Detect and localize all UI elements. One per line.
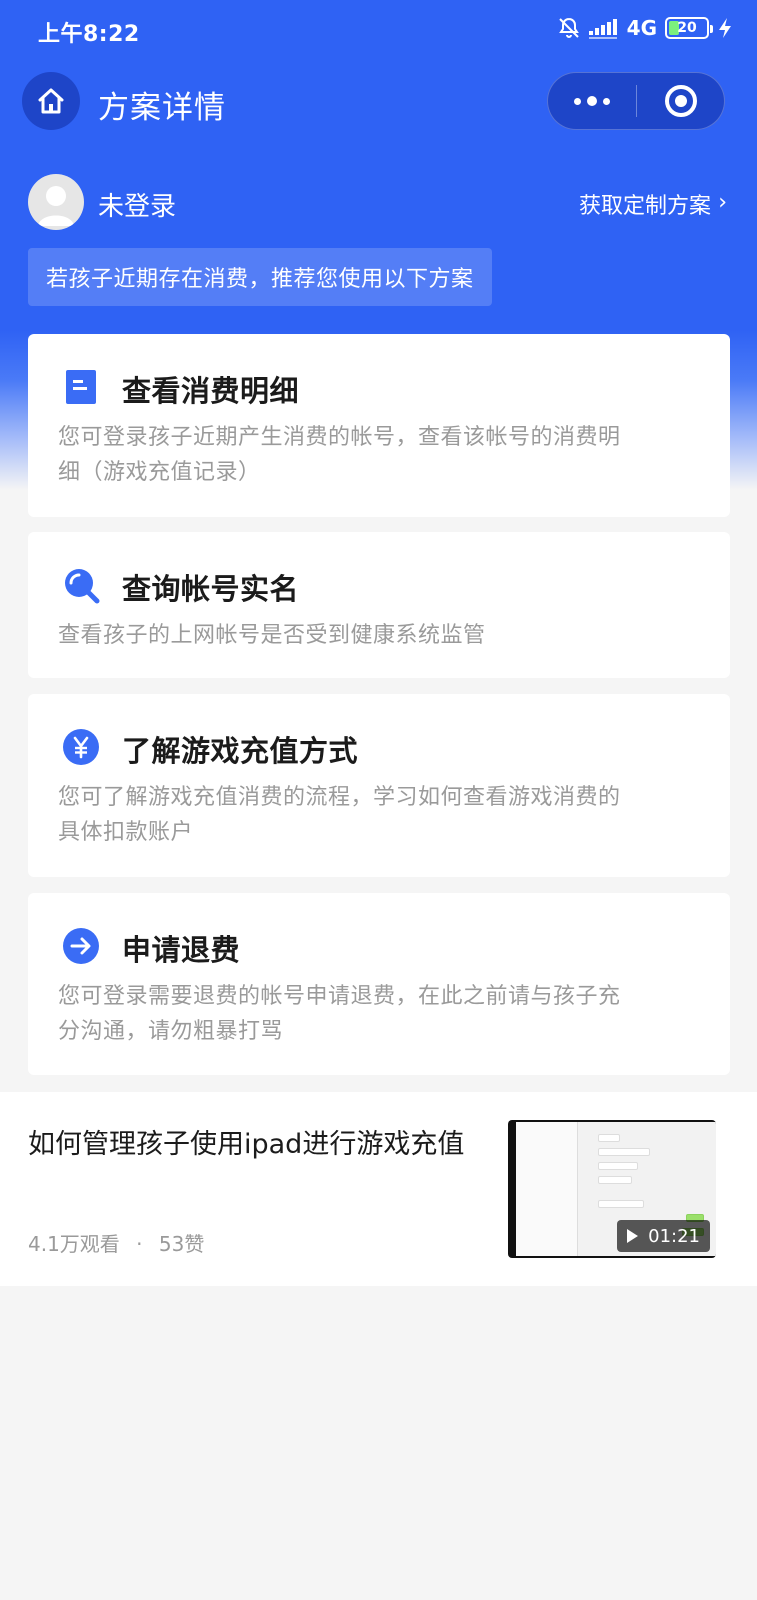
status-bar: 上午8:22 4G 20 (0, 0, 757, 62)
avatar[interactable] (28, 174, 84, 230)
default-avatar-icon (38, 186, 74, 226)
username[interactable]: 未登录 (98, 186, 176, 223)
card-learn-recharge-methods[interactable]: 了解游戏充值方式 您可了解游戏充值消费的流程，学习如何查看游戏消费的 具体扣款账… (28, 694, 730, 877)
card-description-line: 具体扣款账户 (58, 820, 194, 845)
video-likes: 53赞 (158, 1232, 205, 1256)
card-description-line: 细（游戏充值记录） (58, 460, 261, 485)
video-views: 4.1万观看 (28, 1232, 120, 1256)
card-title: 查看消费明细 (122, 374, 300, 408)
thumbnail-sidebar (516, 1122, 578, 1256)
play-icon (627, 1229, 639, 1243)
meta-separator: · (136, 1232, 143, 1256)
video-meta: 4.1万观看 · 53赞 (28, 1228, 204, 1257)
search-icon (65, 569, 100, 604)
video-title[interactable]: 如何管理孩子使用ipad进行游戏充值 (28, 1122, 498, 1168)
card-description-line: 您可了解游戏充值消费的流程，学习如何查看游戏消费的 (58, 785, 621, 810)
document-icon (66, 370, 96, 404)
card-view-consumption-details[interactable]: 查看消费明细 您可登录孩子近期产生消费的帐号，查看该帐号的消费明 细（游戏充值记… (28, 334, 730, 517)
home-button[interactable] (22, 72, 80, 130)
thumbnail-bubble (598, 1148, 650, 1156)
status-time: 上午8:22 (38, 22, 140, 47)
card-description-line: 查看孩子的上网帐号是否受到健康系统监管 (58, 623, 486, 648)
status-icons: 4G 20 (557, 16, 733, 40)
more-dot-icon (603, 97, 610, 105)
charging-bolt-icon (719, 18, 731, 38)
recommend-notice: 若孩子近期存在消费，推荐您使用以下方案 (28, 248, 492, 306)
home-icon (38, 88, 64, 114)
video-item[interactable]: 如何管理孩子使用ipad进行游戏充值 4.1万观看 · 53赞 01:21 (0, 1092, 757, 1286)
card-description: 查看孩子的上网帐号是否受到健康系统监管 (58, 618, 696, 653)
more-dot-icon (587, 96, 597, 106)
bell-muted-icon (558, 17, 579, 38)
card-title: 查询帐号实名 (122, 572, 300, 606)
thumbnail-bubble (598, 1134, 620, 1142)
video-duration: 01:21 (648, 1225, 700, 1247)
target-icon (664, 85, 697, 117)
card-description-line: 分沟通，请勿粗暴打骂 (58, 1019, 284, 1044)
card-description: 您可登录孩子近期产生消费的帐号，查看该帐号的消费明 细（游戏充值记录） (58, 420, 696, 490)
more-dot-icon (574, 97, 581, 105)
thumbnail-bubble (598, 1162, 638, 1170)
signal-icon (588, 19, 617, 39)
card-query-account-realname[interactable]: 查询帐号实名 查看孩子的上网帐号是否受到健康系统监管 (28, 532, 730, 678)
thumbnail-bubble (598, 1200, 644, 1208)
card-title: 申请退费 (122, 933, 241, 967)
card-description-line: 您可登录孩子近期产生消费的帐号，查看该帐号的消费明 (58, 425, 621, 450)
card-description: 您可登录需要退费的帐号申请退费，在此之前请与孩子充 分沟通，请勿粗暴打骂 (58, 979, 696, 1049)
network-type: 4G (626, 16, 657, 40)
page-title: 方案详情 (98, 90, 226, 126)
battery-icon: 20 (665, 17, 713, 39)
video-duration-badge: 01:21 (617, 1220, 710, 1252)
get-custom-plan-link[interactable]: 获取定制方案 (579, 188, 711, 220)
card-description: 您可了解游戏充值消费的流程，学习如何查看游戏消费的 具体扣款账户 (58, 780, 696, 850)
card-apply-refund[interactable]: 申请退费 您可登录需要退费的帐号申请退费，在此之前请与孩子充 分沟通，请勿粗暴打… (28, 893, 730, 1075)
close-miniprogram-button[interactable] (637, 73, 724, 129)
card-description-line: 您可登录需要退费的帐号申请退费，在此之前请与孩子充 (58, 984, 621, 1009)
thumbnail-bubble (598, 1176, 632, 1184)
video-thumbnail[interactable]: 01:21 (508, 1120, 716, 1258)
arrow-right-icon (63, 928, 99, 964)
miniprogram-capsule (547, 72, 725, 130)
more-button[interactable] (548, 73, 636, 129)
yuan-icon (63, 729, 99, 765)
target-icon-center (674, 95, 687, 107)
battery-level: 20 (677, 20, 697, 36)
card-title: 了解游戏充值方式 (122, 734, 359, 768)
chevron-right-icon[interactable]: › (718, 190, 727, 215)
